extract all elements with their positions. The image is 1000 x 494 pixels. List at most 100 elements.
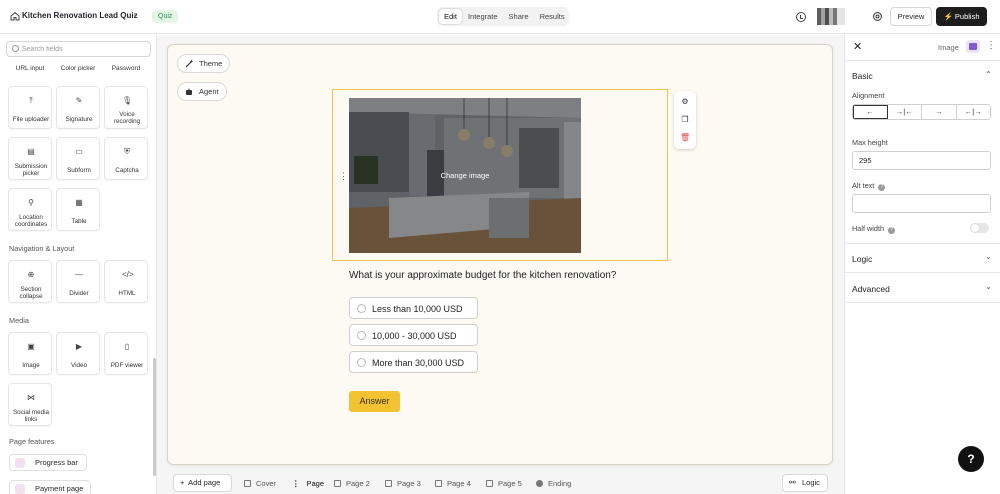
half-width-label: Half width? <box>852 224 896 234</box>
field-pdf-viewer[interactable]: ▯ PDF viewer <box>104 332 148 375</box>
radio-button[interactable] <box>357 304 366 313</box>
help-icon[interactable]: ? <box>888 227 896 234</box>
field-submission-picker[interactable]: ▤ Submission picker <box>8 137 52 180</box>
align-center-button[interactable]: →|← <box>888 105 922 119</box>
logic-button[interactable]: ⚯ Logic <box>782 474 828 492</box>
field-url-input[interactable]: URL input <box>8 65 52 72</box>
help-icon[interactable]: ? <box>878 184 886 191</box>
half-width-toggle[interactable] <box>970 223 989 233</box>
field-voice-recording[interactable]: 🎙 Voice recording <box>104 86 148 129</box>
agent-button[interactable]: Agent <box>177 82 227 101</box>
upload-icon: ⤒ <box>29 96 33 105</box>
field-signature[interactable]: ✎ Signature <box>56 86 100 129</box>
book-icon <box>244 480 251 487</box>
copy-icon[interactable]: ❐ <box>680 115 690 125</box>
close-icon[interactable]: ✕ <box>853 40 862 53</box>
radio-button[interactable] <box>357 331 366 340</box>
advanced-section-header[interactable]: Advanced <box>852 284 890 294</box>
plus-icon: + <box>180 478 185 487</box>
logic-icon: ⚯ <box>789 478 796 487</box>
align-right-button[interactable]: → <box>922 105 957 119</box>
field-captcha[interactable]: ⛨ Captcha <box>104 137 148 180</box>
field-video[interactable]: ▶ Video <box>56 332 100 375</box>
search-field[interactable] <box>6 41 151 57</box>
page-tab-page-3[interactable]: Page 3 <box>385 479 421 488</box>
chevron-down-icon[interactable]: ⌄ <box>985 252 992 261</box>
message-icon: ▭ <box>75 147 83 156</box>
field-file-uploader[interactable]: ⤒ File uploader <box>8 86 52 129</box>
form-title[interactable]: Kitchen Renovation Lead Quiz <box>22 11 138 20</box>
field-subform[interactable]: ▭ Subform <box>56 137 100 180</box>
page-tab-page-4[interactable]: Page 4 <box>435 479 471 488</box>
trash-icon[interactable]: 🗑 <box>680 133 690 143</box>
progress-bar-icon <box>15 457 25 468</box>
kebab-menu-icon[interactable]: ⋮ <box>986 40 996 51</box>
avatar[interactable] <box>817 8 845 25</box>
plus-circle-icon: ⊕ <box>27 270 35 279</box>
theme-button[interactable]: Theme <box>177 54 231 73</box>
field-color-picker[interactable]: Color picker <box>56 65 100 72</box>
answer-button[interactable]: Answer <box>349 391 400 412</box>
page-tab-page[interactable]: ⋮ Page <box>292 479 324 488</box>
max-height-input[interactable] <box>852 151 991 170</box>
alignment-label: Alignment <box>852 91 885 100</box>
preview-button[interactable]: Preview <box>890 7 932 26</box>
kitchen-image[interactable]: Change image <box>349 98 581 253</box>
question-text[interactable]: What is your approximate budget for the … <box>349 270 616 281</box>
pen-icon: ✎ <box>75 96 83 105</box>
page-tab-page-5[interactable]: Page 5 <box>486 479 522 488</box>
align-left-button[interactable]: ← <box>853 105 888 119</box>
tab-share[interactable]: Share <box>504 9 534 24</box>
basic-section-header[interactable]: Basic <box>852 71 873 81</box>
form-type-badge: Quiz <box>152 10 179 23</box>
sidebar-scrollbar[interactable] <box>153 358 156 476</box>
field-html[interactable]: </> HTML <box>104 260 148 303</box>
field-divider[interactable]: — Divider <box>56 260 100 303</box>
field-social-media-links[interactable]: ⋈ Social media links <box>8 383 52 426</box>
field-section-collapse[interactable]: ⊕ Section collapse <box>8 260 52 303</box>
tab-edit[interactable]: Edit <box>439 9 462 24</box>
section-page-features: Page features <box>9 437 55 446</box>
field-location-coordinates[interactable]: ⚲ Location coordinates <box>8 188 52 231</box>
feature-payment-page[interactable]: Payment page <box>9 480 91 494</box>
gear-icon[interactable] <box>872 11 883 22</box>
page-icon <box>334 480 341 487</box>
option-2[interactable]: 10,000 - 30,000 USD <box>349 324 478 346</box>
check-circle-icon <box>536 480 543 487</box>
publish-button[interactable]: ⚡ Publish <box>936 7 987 26</box>
field-password[interactable]: Password <box>104 65 148 72</box>
minus-icon: — <box>75 270 83 279</box>
page-tab-page-2[interactable]: Page 2 <box>334 479 370 488</box>
add-page-button[interactable]: + Add page <box>173 474 232 492</box>
chevron-up-icon[interactable]: ⌃ <box>985 70 992 79</box>
align-full-button[interactable]: ←|→ <box>957 105 991 119</box>
help-chat-button[interactable]: ? <box>958 446 984 472</box>
alt-text-input[interactable] <box>852 194 991 213</box>
home-icon[interactable] <box>10 11 20 21</box>
chevron-down-icon[interactable]: ⌄ <box>132 10 139 19</box>
image-icon: ▣ <box>27 342 35 351</box>
logic-section-header[interactable]: Logic <box>852 254 872 264</box>
image-icon <box>966 40 980 53</box>
chevron-down-icon[interactable]: ⌄ <box>985 282 992 291</box>
brush-icon <box>185 59 193 67</box>
tab-integrate[interactable]: Integrate <box>463 9 503 24</box>
page-tab-ending[interactable]: Ending <box>536 479 571 488</box>
section-navigation-layout: Navigation & Layout <box>9 244 75 253</box>
field-image[interactable]: ▣ Image <box>8 332 52 375</box>
divider <box>845 60 1000 61</box>
max-height-label: Max height <box>852 138 888 147</box>
gear-icon[interactable]: ⚙ <box>680 97 690 107</box>
search-input[interactable] <box>22 44 147 54</box>
video-icon: ▶ <box>75 342 83 351</box>
page-tab-cover[interactable]: Cover <box>244 479 276 488</box>
feature-progress-bar[interactable]: Progress bar <box>9 454 87 471</box>
field-table[interactable]: ▦ Table <box>56 188 100 231</box>
alignment-group: ← →|← → ←|→ <box>852 104 991 120</box>
radio-button[interactable] <box>357 358 366 367</box>
option-3[interactable]: More than 30,000 USD <box>349 351 478 373</box>
tab-results[interactable]: Results <box>535 9 570 24</box>
option-1[interactable]: Less than 10,000 USD <box>349 297 478 319</box>
change-image-overlay[interactable]: Change image <box>349 171 581 180</box>
clock-icon[interactable] <box>796 12 806 22</box>
